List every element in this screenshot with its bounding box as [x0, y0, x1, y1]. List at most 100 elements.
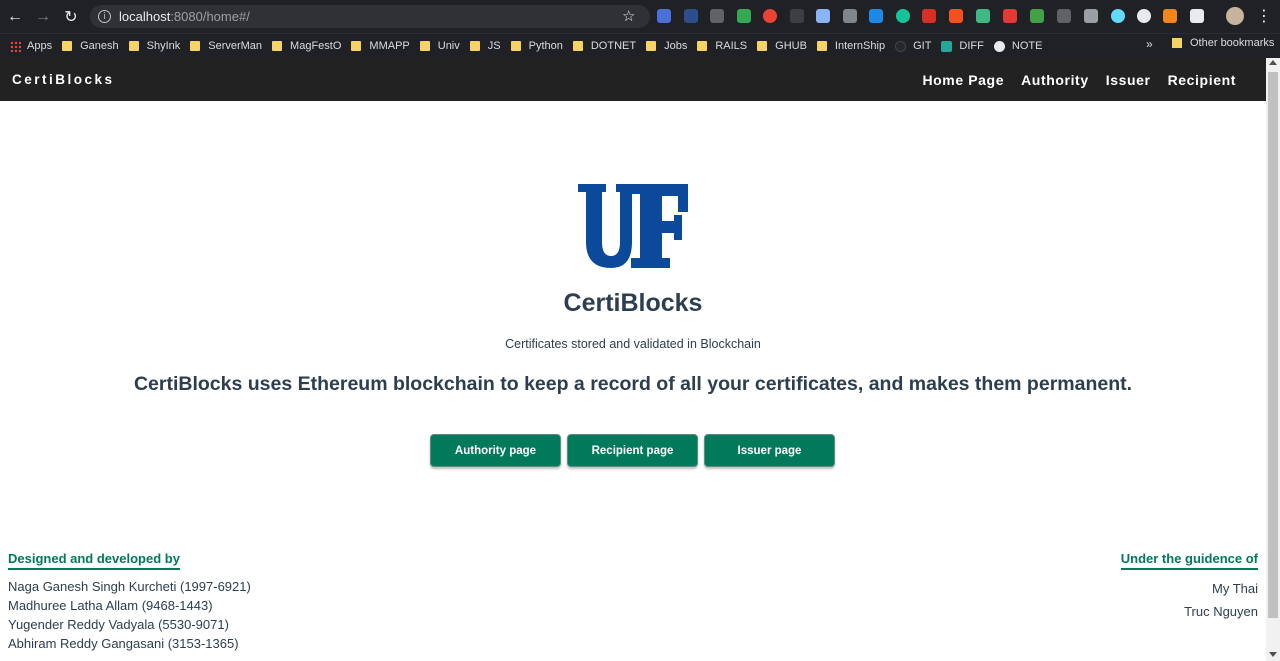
bookmark-item[interactable]: ServerMan [190, 40, 262, 52]
bookmarks-bar: Apps Ganesh ShyInk ServerMan MagFestO MMAPP Un… [0, 33, 1280, 58]
extension-icon[interactable] [816, 9, 830, 23]
extension-icon[interactable] [869, 9, 883, 23]
back-arrow-icon[interactable]: ← [2, 4, 28, 30]
folder-icon [419, 41, 430, 51]
download-icon[interactable] [1057, 9, 1071, 23]
bookmark-label: Ganesh [80, 40, 119, 52]
globe-icon [993, 40, 1005, 52]
scroll-down-arrow-icon[interactable] [1269, 652, 1277, 657]
nav-links: Home Page Authority Issuer Recipient [922, 72, 1236, 88]
folder-icon [272, 41, 283, 51]
folder-icon [510, 41, 521, 51]
folder-icon [816, 41, 827, 51]
extension-icon[interactable] [657, 9, 671, 23]
bookmark-item[interactable]: ShyInk [128, 40, 181, 52]
extension-icon[interactable] [1137, 9, 1151, 23]
bookmark-item[interactable]: Ganesh [62, 40, 119, 52]
bookmark-label: RAILS [715, 40, 748, 52]
bookmarks-more-chevron-icon[interactable]: » [1146, 37, 1153, 51]
bookmark-item[interactable]: DOTNET [572, 40, 637, 52]
recipient-page-button[interactable]: Recipient page [567, 434, 698, 467]
bookmark-item[interactable]: MMAPP [351, 40, 410, 52]
extension-icon[interactable] [922, 9, 936, 23]
extension-icon[interactable] [843, 9, 857, 23]
extension-icon[interactable] [763, 9, 777, 23]
info-icon[interactable]: i [98, 10, 111, 23]
grammarly-icon[interactable] [896, 9, 910, 23]
bookmark-label: DIFF [959, 40, 984, 52]
bookmark-label: DOTNET [590, 40, 637, 52]
reload-icon[interactable]: ↻ [58, 4, 84, 30]
address-bar[interactable]: i localhost:8080/home#/ [90, 5, 650, 28]
extension-icon[interactable] [790, 9, 804, 23]
bookmark-label: Univ [437, 40, 460, 52]
developer-list: Naga Ganesh Singh Kurcheti (1997-6921) M… [8, 577, 251, 653]
bookmark-label: Python [528, 40, 563, 52]
bookmark-item[interactable]: Jobs [646, 40, 687, 52]
bookmark-label: ServerMan [208, 40, 263, 52]
folder-icon [757, 41, 768, 51]
bookmark-item[interactable]: RAILS [697, 40, 747, 52]
developer-name: Naga Ganesh Singh Kurcheti (1997-6921) [8, 579, 251, 594]
bookmark-star-icon[interactable]: ☆ [622, 7, 635, 25]
scrollbar-thumb[interactable] [1268, 72, 1278, 618]
developer-name: Madhuree Latha Allam (9468-1443) [8, 598, 213, 613]
developers-heading: Designed and developed by [8, 551, 180, 570]
bookmark-label: Jobs [664, 40, 688, 52]
vue-devtools-icon[interactable] [976, 9, 990, 23]
nav-home-page[interactable]: Home Page [922, 72, 1004, 88]
guide-list: My Thai Truc Nguyen [1184, 577, 1258, 623]
forward-arrow-icon[interactable]: → [30, 4, 56, 30]
nav-authority[interactable]: Authority [1021, 72, 1089, 88]
page-title: CertiBlocks [563, 289, 703, 317]
diff-icon [941, 40, 953, 52]
bookmark-label: Apps [27, 40, 53, 52]
bookmark-label: JS [487, 40, 501, 52]
bookmark-item[interactable]: Python [510, 40, 563, 52]
bookmark-item[interactable]: GHUB [757, 40, 807, 52]
bookmark-item[interactable]: Univ [419, 40, 460, 52]
extension-icon[interactable] [1190, 9, 1204, 23]
extension-icon[interactable] [1084, 9, 1098, 23]
github-icon [895, 40, 907, 52]
drive-icon[interactable] [737, 9, 751, 23]
bookmark-label: GIT [913, 40, 932, 52]
url-path: :8080/home#/ [170, 9, 250, 24]
extension-icon[interactable] [949, 9, 963, 23]
extension-icon[interactable] [1030, 9, 1044, 23]
profile-avatar[interactable] [1226, 7, 1244, 25]
extension-icon[interactable] [1003, 9, 1017, 23]
bookmark-item[interactable]: DIFF [941, 40, 984, 52]
uf-logo [578, 184, 688, 268]
bookmark-item[interactable]: Apps [10, 40, 52, 52]
bookmark-label: MagFestO [290, 40, 342, 52]
bookmark-item[interactable]: NOTE [993, 40, 1043, 52]
bookmark-item[interactable]: JS [469, 40, 501, 52]
authority-page-button[interactable]: Authority page [430, 434, 561, 467]
folder-icon [351, 41, 362, 51]
metamask-icon[interactable] [1163, 9, 1177, 23]
folder-icon [190, 41, 201, 51]
menu-kebab-icon[interactable]: ⋮ [1256, 6, 1272, 25]
bookmark-item[interactable]: MagFestO [272, 40, 341, 52]
url-host: localhost [119, 9, 171, 24]
bookmark-label: NOTE [1011, 40, 1043, 52]
nav-recipient[interactable]: Recipient [1168, 72, 1236, 88]
bookmark-item[interactable]: InternShip [816, 40, 885, 52]
nav-issuer[interactable]: Issuer [1106, 72, 1151, 88]
extension-icon[interactable] [684, 9, 698, 23]
issuer-page-button[interactable]: Issuer page [704, 434, 835, 467]
brand-logo[interactable]: CertiBlocks [12, 72, 115, 87]
developer-name: Yugender Reddy Vadyala (5530-9071) [8, 617, 229, 632]
extension-icon[interactable] [710, 9, 724, 23]
bookmark-item[interactable]: GIT [895, 40, 931, 52]
folder-icon [646, 41, 657, 51]
scroll-up-arrow-icon[interactable] [1269, 60, 1277, 65]
folder-icon [697, 41, 708, 51]
bookmark-label: GHUB [775, 40, 807, 52]
page-buttons: Authority page Recipient page Issuer pag… [430, 434, 835, 467]
bookmark-label: ShyInk [146, 40, 181, 52]
react-devtools-icon[interactable] [1111, 9, 1125, 23]
other-bookmarks[interactable]: Other bookmarks [1172, 37, 1274, 49]
developer-name: Abhiram Reddy Gangasani (3153-1365) [8, 636, 239, 651]
